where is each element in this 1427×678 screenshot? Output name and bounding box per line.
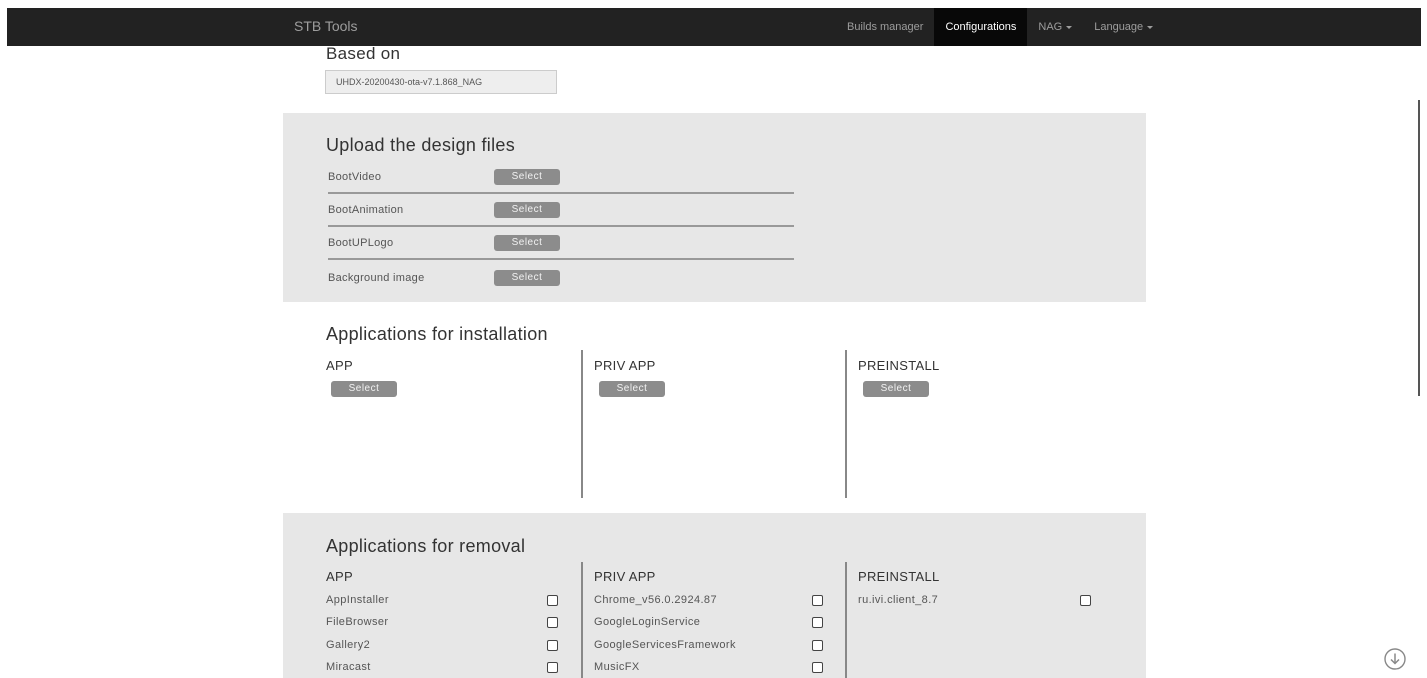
install-app-title: APP [326, 358, 353, 373]
chrome-checkbox[interactable] [812, 595, 823, 606]
removal-app-title: APP [326, 569, 353, 584]
row-divider [328, 258, 794, 260]
nav-nag-label: NAG [1038, 21, 1063, 33]
nav-language-dropdown[interactable]: Language [1083, 8, 1164, 46]
nav-configurations[interactable]: Configurations [934, 8, 1028, 46]
removal-section-title: Applications for removal [326, 536, 526, 556]
upload-row-label: Background image [328, 272, 425, 284]
install-section-title: Applications for installation [326, 324, 548, 344]
upload-section-title: Upload the design files [326, 135, 516, 155]
upload-row-label: BootVideo [328, 171, 382, 183]
column-divider [581, 350, 583, 498]
row-divider [328, 225, 794, 227]
column-divider [581, 562, 583, 678]
upload-row-label: BootAnimation [328, 204, 404, 216]
appinstaller-checkbox[interactable] [547, 595, 558, 606]
removal-preinstall-title: PREINSTALL [858, 569, 940, 584]
brand-link[interactable]: STB Tools [294, 18, 358, 34]
removal-priv-app-title: PRIV APP [594, 569, 656, 584]
list-item: GoogleLoginService [594, 616, 701, 628]
download-circle-icon[interactable] [1384, 648, 1406, 670]
list-item: AppInstaller [326, 594, 389, 606]
googleloginservice-checkbox[interactable] [812, 617, 823, 628]
filebrowser-checkbox[interactable] [547, 617, 558, 628]
background-image-select-button[interactable]: Select [494, 270, 560, 286]
gallery2-checkbox[interactable] [547, 640, 558, 651]
list-item: FileBrowser [326, 616, 389, 628]
list-item: MusicFX [594, 661, 640, 673]
list-item: Chrome_v56.0.2924.87 [594, 594, 717, 606]
list-item: Miracast [326, 661, 371, 673]
bootuplogo-select-button[interactable]: Select [494, 235, 560, 251]
list-item: Gallery2 [326, 639, 371, 651]
based-on-input[interactable] [325, 70, 557, 94]
googleservicesframework-checkbox[interactable] [812, 640, 823, 651]
nav-language-label: Language [1094, 21, 1144, 33]
musicfx-checkbox[interactable] [812, 662, 823, 673]
install-preinstall-title: PREINSTALL [858, 358, 940, 373]
list-item: GoogleServicesFramework [594, 639, 736, 651]
column-divider [845, 350, 847, 498]
ru-ivi-client-checkbox[interactable] [1080, 595, 1091, 606]
install-priv-app-select-button[interactable]: Select [599, 381, 665, 397]
top-navbar: STB Tools Builds manager Configurations … [7, 8, 1421, 46]
upload-row-label: BootUPLogo [328, 237, 394, 249]
column-divider [845, 562, 847, 678]
nav-builds-manager[interactable]: Builds manager [836, 8, 934, 46]
row-divider [328, 192, 794, 194]
nav-menu: Builds manager Configurations NAG Langua… [836, 8, 1164, 46]
install-preinstall-select-button[interactable]: Select [863, 381, 929, 397]
install-priv-app-title: PRIV APP [594, 358, 656, 373]
bootanimation-select-button[interactable]: Select [494, 202, 560, 218]
miracast-checkbox[interactable] [547, 662, 558, 673]
bootvideo-select-button[interactable]: Select [494, 169, 560, 185]
list-item: ru.ivi.client_8.7 [858, 594, 939, 606]
caret-down-icon [1066, 25, 1073, 29]
install-app-select-button[interactable]: Select [331, 381, 397, 397]
nav-nag-dropdown[interactable]: NAG [1027, 8, 1083, 46]
scrollbar[interactable] [1418, 100, 1420, 396]
caret-down-icon [1147, 25, 1154, 29]
based-on-title: Based on [326, 44, 401, 63]
